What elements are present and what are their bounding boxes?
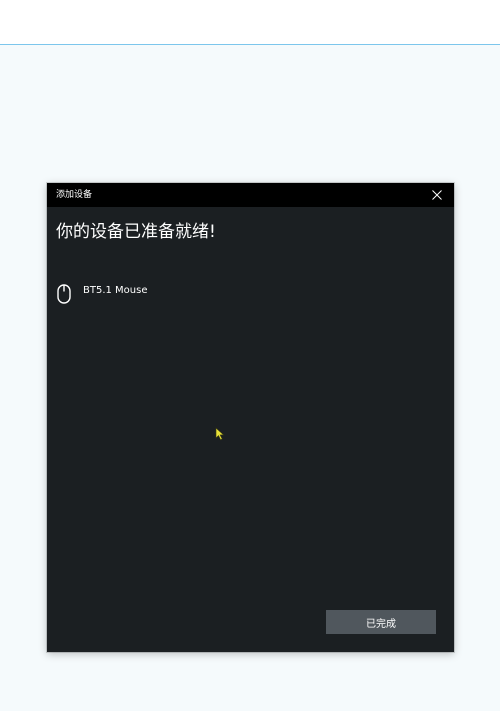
close-icon (432, 190, 442, 200)
close-button[interactable] (420, 183, 454, 207)
top-band (0, 0, 500, 45)
dialog-titlebar: 添加设备 (47, 183, 454, 207)
device-name: BT5.1 Mouse (83, 285, 148, 296)
dialog-title: 添加设备 (56, 190, 93, 200)
done-button[interactable]: 已完成 (326, 610, 436, 634)
mouse-pointer-icon (215, 427, 225, 441)
dialog-heading: 你的设备已准备就绪! (56, 222, 216, 242)
device-item: BT5.1 Mouse (56, 283, 256, 307)
mouse-icon (57, 284, 71, 304)
add-device-dialog: 添加设备 你的设备已准备就绪! BT5.1 Mouse 已完成 (47, 183, 454, 652)
